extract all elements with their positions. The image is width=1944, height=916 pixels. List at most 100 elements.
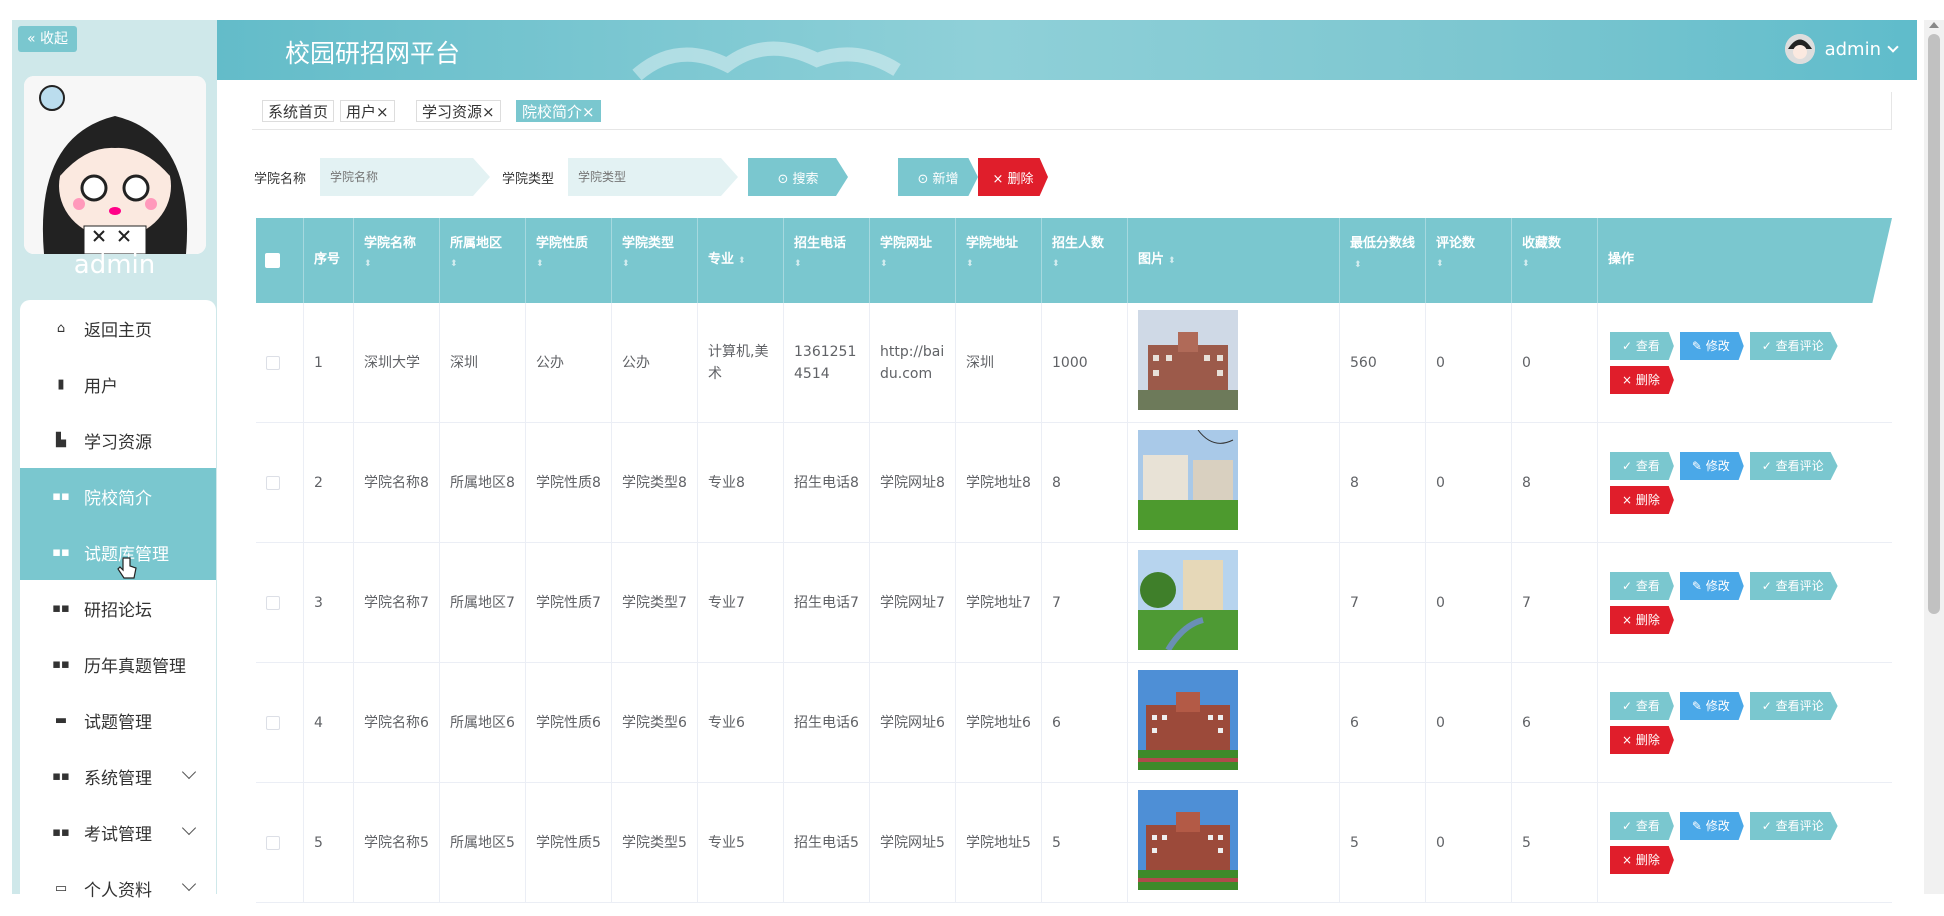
sort-icon[interactable]: ⬍ — [1168, 256, 1176, 266]
tab-colleges[interactable]: 院校简介× — [516, 100, 601, 122]
row-check-cell — [256, 663, 304, 783]
view-button[interactable]: ✓ 查看 — [1610, 572, 1674, 600]
page-scrollbar[interactable] — [1924, 20, 1944, 894]
grid-icon: ▪▪ — [52, 544, 70, 560]
view-button[interactable]: ✓ 查看 — [1610, 812, 1674, 840]
sort-icon[interactable]: ⬍ — [622, 254, 697, 274]
cell-nature: 学院性质8 — [526, 423, 612, 543]
edit-button[interactable]: ✎ 修改 — [1679, 572, 1744, 600]
cell-url: 学院网址6 — [870, 663, 956, 783]
cell-phone: 招生电话7 — [784, 543, 870, 663]
scroll-thumb[interactable] — [1928, 34, 1940, 614]
sidebar-item-questions[interactable]: ▬ 试题管理 — [20, 692, 216, 748]
sort-icon[interactable]: ⬍ — [536, 254, 611, 274]
edit-button[interactable]: ✎ 修改 — [1679, 692, 1744, 720]
sidebar-item-question-bank[interactable]: ▪▪ 试题库管理 — [20, 524, 216, 580]
view-button[interactable]: ✓ 查看 — [1610, 452, 1674, 480]
row-checkbox[interactable] — [266, 836, 280, 850]
row-delete-button[interactable]: × 删除 — [1610, 726, 1674, 754]
sort-icon[interactable]: ⬍ — [1522, 254, 1597, 274]
sidebar-username: admin — [73, 250, 156, 280]
col-phone[interactable]: 招生电话 ⬍ — [784, 218, 870, 303]
profile-icon: ▭ — [54, 880, 68, 896]
tab-resources[interactable]: 学习资源× — [416, 100, 501, 122]
sort-icon[interactable]: ⬍ — [450, 254, 525, 274]
table-header: 序号 学院名称 ⬍ 所属地区 ⬍ 学院性质 ⬍ 学院类型 ⬍ 专业 ⬍ 招生电话 ⬍ 学院网… — [256, 218, 1892, 303]
select-all-checkbox[interactable] — [265, 253, 280, 268]
col-address[interactable]: 学院地址 ⬍ — [956, 218, 1042, 303]
sidebar-item-label: 院校简介 — [84, 488, 152, 509]
cell-comments: 0 — [1426, 663, 1512, 783]
college-image[interactable] — [1138, 309, 1238, 417]
view-button[interactable]: ✓ 查看 — [1610, 332, 1674, 360]
chevron-down-icon — [181, 820, 197, 836]
col-type[interactable]: 学院类型 ⬍ — [612, 218, 698, 303]
sidebar-item-home[interactable]: ⌂ 返回主页 — [20, 300, 216, 356]
select-all-cell — [256, 218, 304, 303]
college-image[interactable] — [1138, 549, 1238, 657]
sidebar-item-forum[interactable]: ▪▪ 研招论坛 — [20, 580, 216, 636]
view-comments-button[interactable]: ✓ 查看评论 — [1749, 812, 1838, 840]
row-delete-button[interactable]: × 删除 — [1610, 846, 1674, 874]
user-avatar — [1784, 34, 1815, 64]
sidebar-item-past-papers[interactable]: ▪▪ 历年真题管理 — [20, 636, 216, 692]
view-comments-button[interactable]: ✓ 查看评论 — [1749, 692, 1838, 720]
cell-url: 学院网址5 — [870, 783, 956, 903]
sidebar-item-profile[interactable]: ▭ 个人资料 — [20, 860, 216, 916]
col-name[interactable]: 学院名称 ⬍ — [354, 218, 440, 303]
view-comments-button[interactable]: ✓ 查看评论 — [1749, 452, 1838, 480]
sidebar-item-user[interactable]: ▮ 用户 — [20, 356, 216, 412]
edit-button[interactable]: ✎ 修改 — [1679, 332, 1744, 360]
col-region[interactable]: 所属地区 ⬍ — [440, 218, 526, 303]
delete-button[interactable]: × 删除 — [978, 158, 1048, 196]
college-type-input[interactable] — [568, 158, 738, 196]
cell-min-score: 7 — [1340, 543, 1426, 663]
sort-icon[interactable]: ⬍ — [1436, 254, 1511, 274]
row-delete-button[interactable]: × 删除 — [1610, 606, 1674, 634]
col-nature[interactable]: 学院性质 ⬍ — [526, 218, 612, 303]
sort-icon[interactable]: ⬍ — [794, 254, 869, 274]
col-major[interactable]: 专业 ⬍ — [698, 218, 784, 303]
sort-icon[interactable]: ⬍ — [364, 254, 439, 274]
college-image[interactable] — [1138, 429, 1238, 537]
col-url[interactable]: 学院网址 ⬍ — [870, 218, 956, 303]
view-comments-button[interactable]: ✓ 查看评论 — [1749, 332, 1838, 360]
collapse-button[interactable]: « 收起 — [18, 26, 78, 52]
sort-icon[interactable]: ⬍ — [1354, 260, 1362, 270]
edit-button[interactable]: ✎ 修改 — [1679, 812, 1744, 840]
row-delete-button[interactable]: × 删除 — [1610, 366, 1674, 394]
col-count[interactable]: 招生人数 ⬍ — [1042, 218, 1128, 303]
add-button[interactable]: ⊙ 新增 — [898, 158, 978, 196]
sort-icon[interactable]: ⬍ — [880, 254, 955, 274]
user-menu[interactable]: admin — [1784, 34, 1899, 64]
row-checkbox[interactable] — [266, 356, 280, 370]
sidebar-item-label: 个人资料 — [84, 880, 152, 901]
sort-icon[interactable]: ⬍ — [738, 256, 746, 266]
college-image[interactable] — [1138, 789, 1238, 897]
row-delete-button[interactable]: × 删除 — [1610, 486, 1674, 514]
sidebar-item-resources[interactable]: ▙ 学习资源 — [20, 412, 216, 468]
edit-button[interactable]: ✎ 修改 — [1679, 452, 1744, 480]
college-name-input[interactable] — [320, 158, 490, 196]
col-image[interactable]: 图片 ⬍ — [1128, 218, 1340, 303]
col-comments[interactable]: 评论数 ⬍ — [1426, 218, 1512, 303]
col-favs[interactable]: 收藏数 ⬍ — [1512, 218, 1598, 303]
college-image[interactable] — [1138, 669, 1238, 777]
search-button[interactable]: ⊙ 搜索 — [748, 158, 848, 196]
table-row: 1 深圳大学 深圳 公办 公办 计算机,美术 13612514514 http:… — [256, 303, 1892, 423]
view-comments-button[interactable]: ✓ 查看评论 — [1749, 572, 1838, 600]
sort-icon[interactable]: ⬍ — [1052, 254, 1127, 274]
sort-icon[interactable]: ⬍ — [966, 254, 1041, 274]
sidebar-item-exams[interactable]: ▪▪ 考试管理 — [20, 804, 216, 860]
scroll-up-icon[interactable] — [1929, 22, 1939, 28]
view-button[interactable]: ✓ 查看 — [1610, 692, 1674, 720]
sidebar-item-colleges[interactable]: ▪▪ 院校简介 — [20, 468, 216, 524]
tab-user[interactable]: 用户× — [340, 100, 395, 122]
col-min-score[interactable]: 最低分数线 ⬍ — [1340, 218, 1426, 303]
row-checkbox[interactable] — [266, 716, 280, 730]
tab-home[interactable]: 系统首页 — [262, 100, 335, 122]
sidebar-item-system[interactable]: ▪▪ 系统管理 — [20, 748, 216, 804]
row-checkbox[interactable] — [266, 476, 280, 490]
col-comments-label: 评论数 — [1436, 236, 1476, 251]
row-checkbox[interactable] — [266, 596, 280, 610]
